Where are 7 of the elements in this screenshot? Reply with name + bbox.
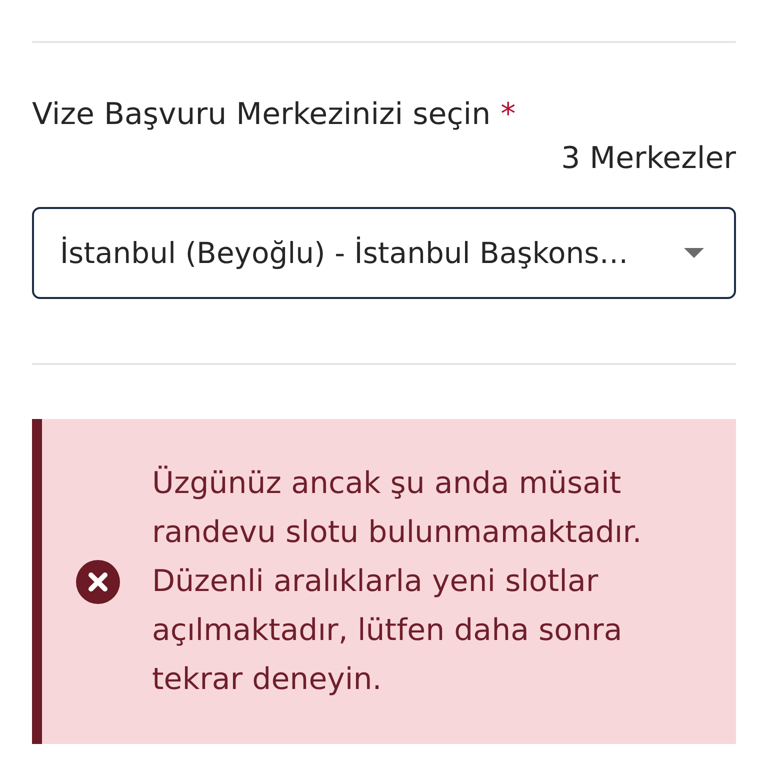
- caret-icon: [684, 248, 704, 258]
- center-count: 3 Merkezler: [561, 140, 736, 178]
- alert-message: Üzgünüz ancak şu anda müsait randevu slotu bulunmamaktadır. Düzenli aralıklarla yeni slotlar açılmaktadır, lütfen daha sonra tekrar deneyin.: [152, 464, 643, 699]
- error-icon: [76, 560, 120, 604]
- center-dropdown[interactable]: İstanbul (Beyoğlu) - İstanbul Başkons…: [32, 207, 736, 299]
- required-mark: *: [500, 96, 516, 134]
- field-label: Vize Başvuru Merkezinizi seçin: [32, 96, 491, 134]
